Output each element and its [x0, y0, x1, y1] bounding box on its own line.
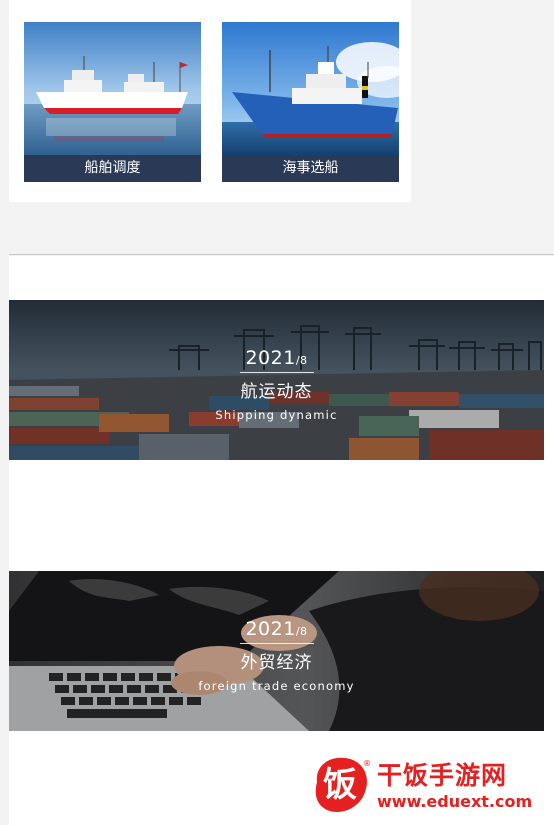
ship-card-selection[interactable]: 海事选船 [222, 22, 399, 182]
banner-trade-text: 2021/8 外贸经济 foreign trade economy [9, 618, 544, 693]
registered-mark: ® [363, 759, 371, 768]
ship-dispatch-image [24, 22, 201, 157]
page: 船舶调度 海事选船 2021/8 航运动态 Shipping dynamic 2… [0, 0, 554, 825]
banner-shipping-month: /8 [295, 354, 308, 367]
banner-trade-subtitle: foreign trade economy [198, 679, 355, 693]
ship-caption-selection: 海事选船 [222, 155, 399, 182]
watermark-glyph: 饭 [323, 765, 357, 805]
banner-shipping-dynamic[interactable]: 2021/8 航运动态 Shipping dynamic [9, 300, 544, 460]
banner-trade-month: /8 [295, 625, 308, 638]
banner-shipping-subtitle: Shipping dynamic [215, 408, 338, 422]
banner-shipping-text: 2021/8 航运动态 Shipping dynamic [9, 347, 544, 422]
ship-card-panel: 船舶调度 海事选船 [9, 0, 411, 202]
ship-caption-dispatch: 船舶调度 [24, 155, 201, 182]
ship-card-dispatch[interactable]: 船舶调度 [24, 22, 201, 182]
banner-trade-year: 2021 [245, 618, 296, 640]
banner-shipping-year: 2021 [245, 347, 296, 369]
banner-shipping-title: 航运动态 [240, 382, 313, 402]
section-divider [9, 254, 554, 255]
watermark-name: 干饭手游网 [377, 761, 508, 790]
ship-selection-image [222, 22, 399, 157]
banner-foreign-trade[interactable]: 2021/8 外贸经济 foreign trade economy [9, 571, 544, 731]
watermark-url: www.eduext.com [377, 792, 533, 811]
banner-trade-rule [239, 643, 314, 644]
site-watermark: 饭 ® 干饭手游网 www.eduext.com [305, 752, 545, 818]
banner-trade-date: 2021/8 [9, 618, 544, 640]
watermark-logo-icon: 饭 ® [315, 757, 371, 812]
banner-shipping-date: 2021/8 [9, 347, 544, 369]
banner-trade-title: 外贸经济 [240, 653, 313, 673]
banner-shipping-rule [239, 372, 314, 373]
